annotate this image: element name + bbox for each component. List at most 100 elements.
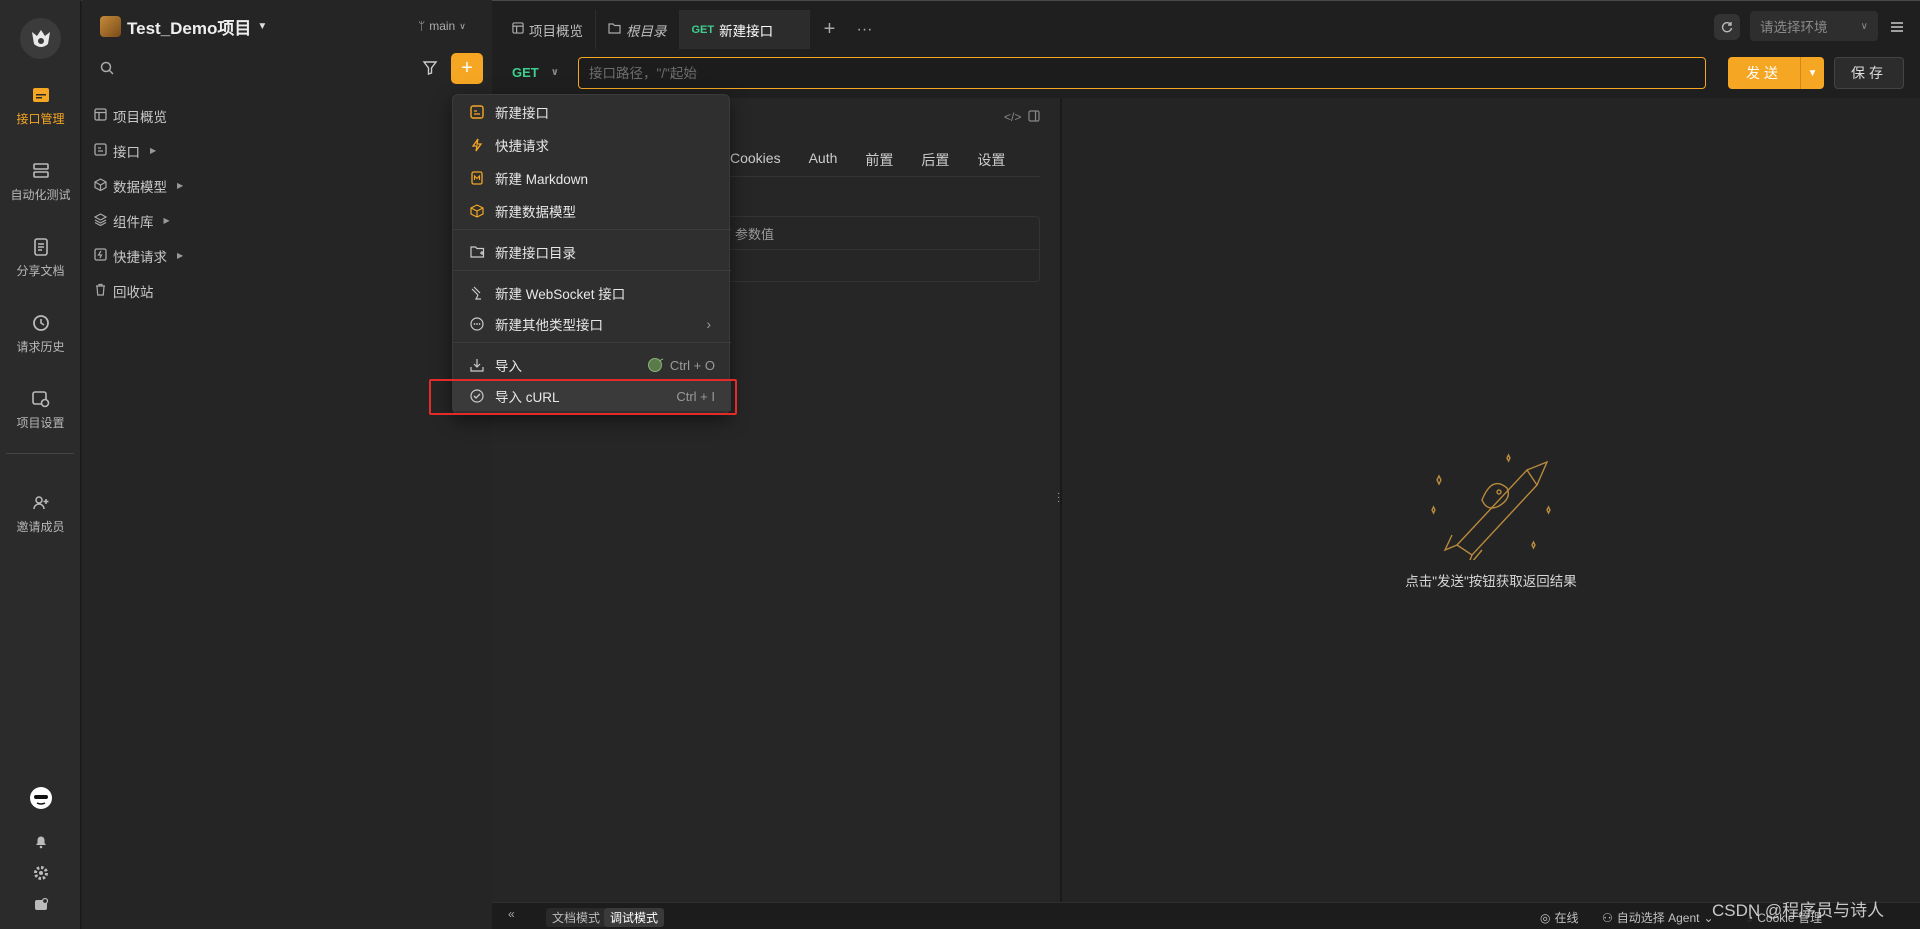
api-icon xyxy=(94,142,107,159)
chevron-down-icon: ∨ xyxy=(550,67,559,78)
notification-button[interactable] xyxy=(0,833,81,849)
logo-icon xyxy=(31,29,50,47)
menu-item-new-markdown[interactable]: 新建 Markdown xyxy=(453,163,731,193)
refresh-button[interactable] xyxy=(1714,14,1740,40)
param-tabs: Cookies Auth 前置 后置 设置 xyxy=(730,150,1005,170)
tree-item-trash[interactable]: 回收站 xyxy=(94,273,183,308)
user-avatar[interactable] xyxy=(0,786,81,810)
url-input[interactable] xyxy=(578,57,1706,89)
layout-toggle-icon[interactable] xyxy=(1028,110,1040,125)
send-button[interactable]: 发送 ▼ xyxy=(1728,57,1824,89)
rail-item-share-doc[interactable]: 分享文档 xyxy=(0,236,81,296)
caret-down-icon: ▼ xyxy=(257,21,268,32)
tree-item-components[interactable]: 组件库 ▶ xyxy=(93,203,183,238)
tab-cookies[interactable]: Cookies xyxy=(730,150,781,170)
menu-item-quick-request[interactable]: 快捷请求 xyxy=(453,130,731,160)
online-label: 在线 xyxy=(1554,911,1579,925)
tree-item-data-model[interactable]: 数据模型 ▶ xyxy=(94,168,183,203)
branch-selector[interactable]: ᛘ main ∨ xyxy=(418,19,466,33)
method-select[interactable]: GET ∨ xyxy=(508,57,566,88)
rail-item-api-manage[interactable]: 接口管理 xyxy=(0,84,81,144)
rail-label: 分享文档 xyxy=(16,264,65,278)
tab-overview[interactable]: 项目概览 xyxy=(500,10,596,49)
menu-item-label: 导入 xyxy=(495,359,522,374)
menu-item-new-websocket[interactable]: 新建 WebSocket 接口 xyxy=(453,278,731,308)
menu-item-import[interactable]: 导入 Ctrl + O xyxy=(453,350,731,380)
search-icon[interactable] xyxy=(100,61,114,78)
tab-pre[interactable]: 前置 xyxy=(865,150,893,170)
rail-label: 请求历史 xyxy=(16,340,65,354)
status-bar: « 文档模式 调试模式 ◎ 在线 ⚇ 自动选择 Agent ⌄ ◔ Cookie… xyxy=(492,902,1920,929)
rail-label: 接口管理 xyxy=(16,112,65,126)
tab-post[interactable]: 后置 xyxy=(921,150,949,170)
globe-icon xyxy=(647,357,665,376)
help-button[interactable] xyxy=(0,897,81,913)
project-avatar xyxy=(100,16,121,37)
tab-label: 新建接口 xyxy=(719,23,774,39)
chevron-right-icon: › xyxy=(706,316,711,332)
menu-item-new-data-model[interactable]: 新建数据模型 xyxy=(453,196,731,226)
watermark: CSDN @程序员与诗人 xyxy=(1712,901,1885,920)
tab-settings[interactable]: 设置 xyxy=(977,150,1005,170)
menu-item-new-api[interactable]: 新建接口 xyxy=(453,97,731,127)
rail-item-automation[interactable]: 自动化测试 xyxy=(0,160,81,220)
caret-right-icon: ▶ xyxy=(163,216,170,225)
settings-button[interactable] xyxy=(0,865,81,881)
send-dropdown-icon[interactable]: ▼ xyxy=(1800,57,1824,89)
chevron-down-icon: ∨ xyxy=(459,20,466,31)
tab-bar: 项目概览 根目录 GET 新建接口 + ··· xyxy=(500,10,880,49)
chevron-down-icon: ∨ xyxy=(1860,20,1868,32)
save-button[interactable]: 保存 xyxy=(1834,57,1904,89)
shortcut-import: Ctrl + O xyxy=(669,357,715,373)
drag-handle-icon[interactable]: · · · xyxy=(1057,489,1060,507)
tab-method: GET xyxy=(691,23,715,36)
folder-icon xyxy=(608,22,621,37)
lightning-icon xyxy=(469,137,485,153)
plus-icon: + xyxy=(823,18,836,40)
rail-item-invite-member[interactable]: 邀请成员 xyxy=(0,492,81,552)
tree-item-api[interactable]: 接口 ▶ xyxy=(94,133,183,168)
left-rail: 接口管理 自动化测试 分享文档 请求历史 项目设置 邀请成员 xyxy=(0,0,81,929)
menu-divider xyxy=(453,270,731,271)
menu-divider xyxy=(453,342,731,343)
add-button[interactable]: + xyxy=(451,53,483,84)
tree-item-label: 接口 xyxy=(113,144,140,160)
tree-item-quick-request[interactable]: 快捷请求 ▶ xyxy=(94,238,183,273)
agent-label: 自动选择 Agent xyxy=(1616,911,1700,925)
rocket-illustration xyxy=(1427,450,1557,569)
code-icon[interactable]: </> xyxy=(1004,110,1021,124)
menu-item-new-folder[interactable]: 新建接口目录 xyxy=(453,237,731,267)
tab-root-folder[interactable]: 根目录 xyxy=(596,10,680,49)
tab-auth[interactable]: Auth xyxy=(809,150,838,170)
menu-item-import-curl[interactable]: 导入 cURL Ctrl + I xyxy=(453,381,731,411)
collapse-sidebar-icon[interactable]: « xyxy=(508,907,515,921)
app-logo[interactable] xyxy=(20,18,61,59)
trash-icon xyxy=(94,283,107,299)
overview-icon xyxy=(512,22,524,37)
rail-item-project-settings[interactable]: 项目设置 xyxy=(0,388,81,448)
hamburger-icon xyxy=(1891,22,1903,32)
curl-icon xyxy=(469,388,485,404)
project-switcher[interactable]: Test_Demo项目 ▼ xyxy=(100,14,267,39)
new-tab-button[interactable]: + xyxy=(810,10,850,49)
online-status[interactable]: ◎ 在线 xyxy=(1540,909,1579,926)
debug-mode-button[interactable]: 调试模式 xyxy=(604,908,665,927)
rail-item-history[interactable]: 请求历史 xyxy=(0,312,81,372)
main-menu-button[interactable] xyxy=(1884,14,1910,40)
agent-select[interactable]: ⚇ 自动选择 Agent ⌄ xyxy=(1602,909,1714,926)
menu-item-other-types[interactable]: 新建其他类型接口 › xyxy=(453,309,731,339)
sidebar-tree: 项目概览 接口 ▶ 数据模型 ▶ 组件库 ▶ 快捷请求 ▶ 回收站 xyxy=(93,98,183,308)
import-icon xyxy=(469,357,485,373)
gear-icon xyxy=(33,866,48,880)
doc-mode-button[interactable]: 文档模式 xyxy=(546,908,607,927)
tab-new-api[interactable]: GET 新建接口 xyxy=(679,10,810,49)
sidebar: Test_Demo项目 ▼ + 项目概览 接口 ▶ 数据模型 ▶ 组件库 ▶ 快… xyxy=(82,0,492,929)
history-icon xyxy=(30,312,52,334)
agent-icon: ⚇ xyxy=(1602,910,1613,925)
tree-item-overview[interactable]: 项目概览 xyxy=(94,98,183,133)
filter-icon[interactable] xyxy=(422,60,438,79)
markdown-icon xyxy=(469,170,485,186)
tab-more-button[interactable]: ··· xyxy=(850,10,880,49)
more-circle-icon xyxy=(469,316,485,332)
environment-select[interactable]: 请选择环境 ∨ xyxy=(1750,11,1878,41)
